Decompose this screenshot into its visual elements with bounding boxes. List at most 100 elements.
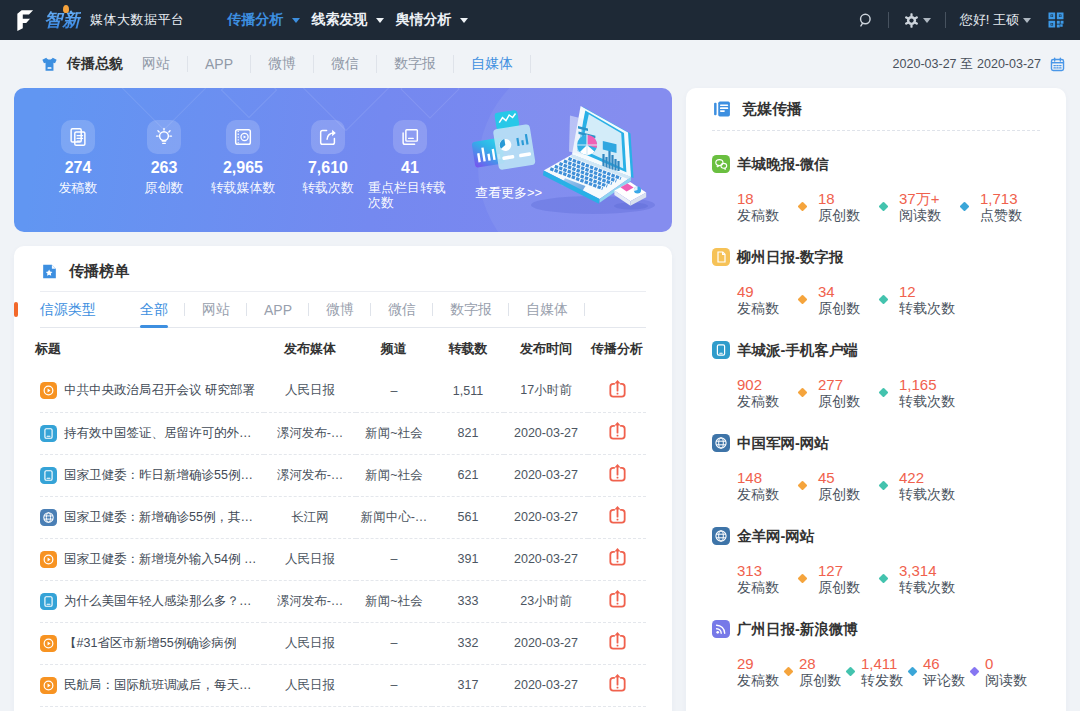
ranking-column-header: 频道: [356, 328, 432, 370]
competitor-item: 金羊网-网站313发稿数127原创数3,314转载次数: [712, 527, 1066, 595]
filter-tabs: 全部网站APP微博微信数字报自媒体: [123, 292, 585, 327]
analysis-cell: [588, 412, 646, 454]
subnav-tab[interactable]: 网站: [125, 55, 187, 73]
subnav-tab[interactable]: 微信: [313, 55, 376, 73]
competitor-stat-value: 1,713: [980, 191, 1061, 207]
banner-stat-label: 重点栏目转载次数: [368, 180, 452, 210]
ranking-filter-tab[interactable]: 自媒体: [509, 292, 585, 327]
analysis-cell: [588, 454, 646, 496]
ranking-filter-tab[interactable]: 网站: [185, 292, 247, 327]
publish-time-cell: 2020-03-27: [504, 454, 588, 496]
share-out-icon: [607, 589, 628, 610]
media-cell: 漯河发布-…: [264, 412, 356, 454]
subnav-tab[interactable]: 数字报: [376, 55, 453, 73]
repost-count-cell: 317: [432, 664, 504, 706]
competitor-card: 竞媒传播 羊城晚报-微信18发稿数18原创数37万+阅读数1,713点赞数柳州日…: [686, 88, 1066, 711]
channel-cell: –: [356, 370, 432, 412]
analysis-share-button[interactable]: [607, 547, 628, 568]
article-title-cell[interactable]: 【#31省区市新增55例确诊病例: [40, 622, 264, 664]
analysis-share-button[interactable]: [607, 631, 628, 652]
analysis-cell: [588, 664, 646, 706]
article-title-cell[interactable]: 为什么美国年轻人感染那么多？…: [40, 580, 264, 622]
competitor-stat-label: 发稿数: [737, 208, 818, 223]
search-icon[interactable]: [857, 12, 874, 29]
publish-time-cell: 2020-03-27: [504, 622, 588, 664]
competitor-item-header: 中国军网-网站: [712, 434, 1066, 452]
chevron-down-icon: [292, 18, 300, 23]
top-nav-item-label: 线索发现: [312, 11, 368, 29]
subnav-tab[interactable]: APP: [187, 56, 250, 72]
article-title-cell[interactable]: 中共中央政治局召开会议 研究部署: [40, 370, 264, 412]
channel-cell: –: [356, 622, 432, 664]
app-source-icon: [40, 593, 57, 610]
analysis-share-button[interactable]: [607, 673, 628, 694]
subnav-overview-label: 传播总貌: [67, 55, 123, 73]
article-title-cell[interactable]: 持有效中国签证、居留许可的外…: [40, 412, 264, 454]
analysis-share-button[interactable]: [607, 421, 628, 442]
article-title-cell[interactable]: 民航局：国际航班调减后，每天…: [40, 664, 264, 706]
qr-code-icon[interactable]: [1046, 10, 1066, 30]
subnav-tab[interactable]: 自媒体: [453, 55, 531, 73]
chevron-down-icon: [460, 18, 468, 23]
ranking-column-header: 标题: [40, 328, 264, 370]
top-nav-item[interactable]: 线索发现: [312, 11, 384, 29]
top-nav-item[interactable]: 舆情分析: [396, 11, 468, 29]
competitor-item: 羊城晚报-微信18发稿数18原创数37万+阅读数1,713点赞数: [712, 155, 1066, 223]
banner-stat: 41重点栏目转载次数: [368, 120, 452, 210]
subnav-tabs: 网站APP微博微信数字报自媒体: [125, 55, 531, 73]
ranking-filter-tab[interactable]: APP: [247, 292, 309, 327]
date-range[interactable]: 2020-03-27 至 2020-03-27: [893, 56, 1066, 73]
competitor-stat: 37万+阅读数: [899, 191, 980, 223]
article-title-cell[interactable]: 国家卫健委：新增确诊55例，其…: [40, 496, 264, 538]
competitor-item-header: 金羊网-网站: [712, 527, 1066, 545]
competitor-stat-label: 原创数: [818, 487, 899, 502]
publish-time-cell: 23小时前: [504, 580, 588, 622]
ranking-title: 传播榜单: [69, 262, 129, 281]
calendar-icon: [1049, 56, 1066, 73]
greeting-text: 您好! 王硕: [960, 11, 1019, 29]
competitor-stat: 46评论数: [923, 656, 985, 688]
analysis-share-button[interactable]: [607, 379, 628, 400]
competitor-stat-label: 原创数: [818, 394, 899, 409]
subnav-tab[interactable]: 微博: [250, 55, 313, 73]
product-name: 媒体大数据平台: [90, 11, 185, 29]
top-nav: 传播分析 线索发现 舆情分析: [228, 11, 480, 29]
competitor-stat-value: 3,314: [899, 563, 980, 579]
article-title-cell[interactable]: 国家卫健委：昨日新增确诊55例…: [40, 454, 264, 496]
top-nav-item[interactable]: 传播分析: [228, 11, 300, 29]
top-nav-item-label: 传播分析: [228, 11, 284, 29]
share-out-icon: [607, 631, 628, 652]
date-separator: 至: [961, 56, 974, 73]
user-menu[interactable]: 您好! 王硕: [960, 11, 1031, 29]
ranking-filter-tab[interactable]: 数字报: [433, 292, 509, 327]
ranking-filter-tab[interactable]: 微信: [371, 292, 433, 327]
ranking-filter-tab[interactable]: 微博: [309, 292, 371, 327]
ranking-card: 传播榜单 信源类型 全部网站APP微博微信数字报自媒体 标题发布媒体频道转载数发…: [14, 246, 672, 711]
repost-count-cell: 821: [432, 412, 504, 454]
globe-icon: [712, 434, 730, 452]
competitor-item-header: 羊城晚报-微信: [712, 155, 1066, 173]
publish-time-cell: 17小时前: [504, 370, 588, 412]
analysis-share-button[interactable]: [607, 505, 628, 526]
competitor-stat: 127原创数: [818, 563, 899, 595]
forward-icon: [317, 126, 339, 148]
subnav-overview[interactable]: 传播总貌: [40, 55, 123, 74]
settings-menu[interactable]: [903, 12, 931, 29]
competitor-stat: 18发稿数: [737, 191, 818, 223]
analysis-share-button[interactable]: [607, 463, 628, 484]
repost-count-cell: 561: [432, 496, 504, 538]
analysis-share-button[interactable]: [607, 589, 628, 610]
ranking-filter-tab[interactable]: 全部: [123, 292, 185, 327]
topbar-divider: [945, 12, 946, 28]
competitor-name: 广州日报-新浪微博: [737, 620, 858, 639]
publish-time-cell: 2020-03-27: [504, 412, 588, 454]
competitor-stat-label: 阅读数: [899, 208, 980, 223]
competitor-stat-label: 原创数: [818, 208, 899, 223]
competitor-stat-label: 阅读数: [985, 673, 1047, 688]
competitor-stat-value: 422: [899, 470, 980, 486]
competitor-stat: 45原创数: [818, 470, 899, 502]
share-out-icon: [607, 505, 628, 526]
play-source-icon: [40, 677, 57, 694]
banner-stat-value: 2,965: [223, 159, 263, 177]
article-title-cell[interactable]: 国家卫健委：新增境外输入54例 …: [40, 538, 264, 580]
